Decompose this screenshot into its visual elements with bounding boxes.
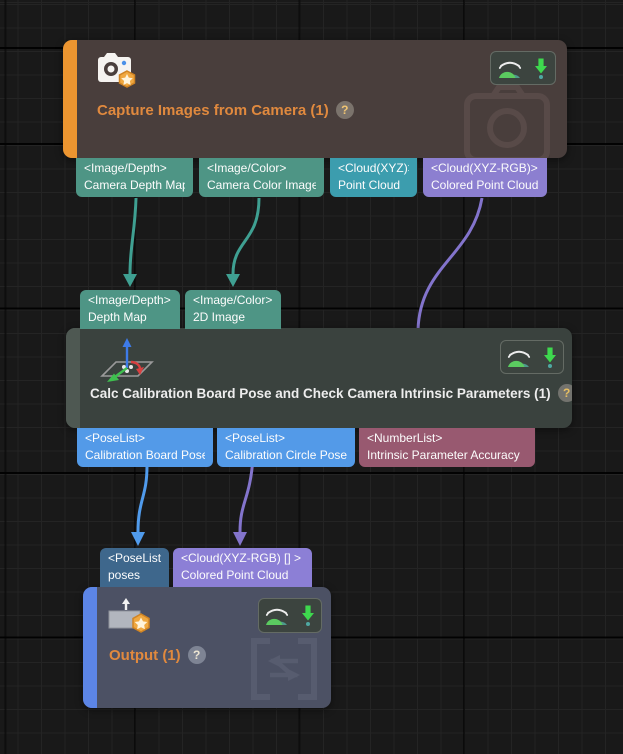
wire-poses[interactable] — [131, 466, 147, 546]
node-toolbar — [500, 340, 564, 374]
help-badge[interactable]: ? — [188, 646, 206, 664]
node-title-row: Capture Images from Camera (1) ? — [97, 98, 354, 122]
port-name: Calibration Board Pose — [85, 447, 205, 464]
wire-depth-map[interactable] — [123, 198, 137, 287]
port-name: Colored Point Cloud — [431, 177, 539, 194]
port-type: <Cloud(XYZ-RGB)> — [431, 160, 539, 177]
port-name: poses — [108, 567, 161, 584]
image-preview-icon[interactable] — [507, 347, 531, 368]
port-out-calibration-board-pose[interactable]: <PoseList> Calibration Board Pose — [77, 428, 213, 467]
node-title-row: Calc Calibration Board Pose and Check Ca… — [90, 382, 572, 404]
node-title-row: Output (1) ? — [109, 643, 206, 667]
port-in-depth-map[interactable]: <Image/Depth> Depth Map — [80, 290, 180, 329]
port-out-camera-depth-map[interactable]: <Image/Depth> Camera Depth Map — [76, 158, 193, 197]
node-capture-images-from-camera[interactable]: Capture Images from Camera (1) ? — [63, 40, 567, 158]
node-graph-canvas[interactable]: { "canvas": {"background": "#191919", "g… — [0, 0, 623, 754]
download-arrow-icon[interactable] — [542, 346, 558, 369]
transfer-icon — [246, 635, 322, 705]
port-in-poses[interactable]: <PoseList> poses — [100, 548, 169, 587]
node-title: Capture Images from Camera (1) — [97, 102, 329, 119]
download-arrow-icon[interactable] — [300, 604, 316, 627]
port-name: Point Cloud — [338, 177, 409, 194]
node-toolbar — [490, 51, 556, 85]
node-toolbar — [258, 598, 322, 633]
node-output[interactable]: Output (1) ? — [83, 587, 331, 708]
port-out-camera-color-image[interactable]: <Image/Color> Camera Color Image — [199, 158, 324, 197]
port-in-colored-point-cloud[interactable]: <Cloud(XYZ-RGB) [] > Colored Point Cloud — [173, 548, 312, 587]
node-accent-bar — [83, 587, 97, 708]
port-type: <Image/Depth> — [84, 160, 185, 177]
image-preview-icon[interactable] — [498, 58, 522, 79]
port-type: <Image/Depth> — [88, 292, 172, 309]
port-name: Colored Point Cloud — [181, 567, 304, 584]
port-name: Intrinsic Parameter Accuracy — [367, 447, 527, 464]
port-type: <Cloud(XYZ)> — [338, 160, 409, 177]
port-out-point-cloud[interactable]: <Cloud(XYZ)> Point Cloud — [330, 158, 417, 197]
port-name: Camera Color Image — [207, 177, 316, 194]
port-type: <PoseList> — [85, 430, 205, 447]
camera-outline-icon — [461, 82, 553, 158]
port-out-calibration-circle-poses[interactable]: <PoseList> Calibration Circle Poses — [217, 428, 355, 467]
node-title: Output (1) — [109, 647, 181, 664]
output-star-icon — [105, 596, 155, 638]
port-name: Depth Map — [88, 309, 172, 326]
node-title: Calc Calibration Board Pose and Check Ca… — [90, 386, 551, 401]
port-type: <Image/Color> — [207, 160, 316, 177]
node-accent-bar — [63, 40, 77, 158]
port-type: <PoseList> — [108, 550, 161, 567]
port-type: <Image/Color> — [193, 292, 273, 309]
port-in-2d-image[interactable]: <Image/Color> 2D Image — [185, 290, 281, 329]
wire-2d-image[interactable] — [226, 198, 259, 287]
port-out-colored-point-cloud[interactable]: <Cloud(XYZ-RGB)> Colored Point Cloud — [423, 158, 547, 197]
calibration-board-pose-icon — [94, 336, 158, 386]
port-type: <Cloud(XYZ-RGB) [] > — [181, 550, 304, 567]
image-preview-icon[interactable] — [265, 605, 289, 626]
port-out-intrinsic-parameter-accuracy[interactable]: <NumberList> Intrinsic Parameter Accurac… — [359, 428, 535, 467]
download-arrow-icon[interactable] — [533, 57, 549, 80]
port-type: <NumberList> — [367, 430, 527, 447]
help-badge[interactable]: ? — [558, 384, 572, 402]
camera-star-icon — [96, 51, 138, 91]
port-name: Calibration Circle Poses — [225, 447, 347, 464]
port-name: 2D Image — [193, 309, 273, 326]
node-accent-bar — [66, 328, 80, 428]
help-badge[interactable]: ? — [336, 101, 354, 119]
node-calc-calibration-board-pose[interactable]: Calc Calibration Board Pose and Check Ca… — [66, 328, 572, 428]
port-name: Camera Depth Map — [84, 177, 185, 194]
port-type: <PoseList> — [225, 430, 347, 447]
